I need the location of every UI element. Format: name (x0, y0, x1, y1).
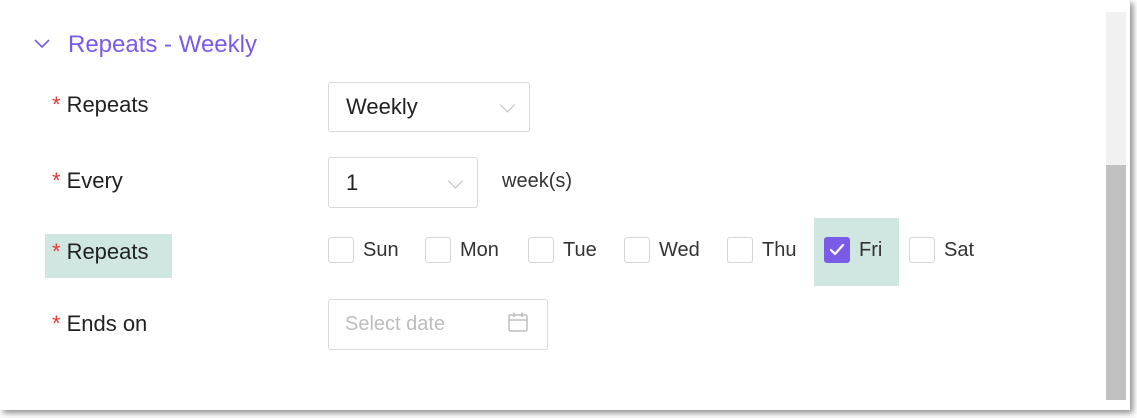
checkbox[interactable] (528, 237, 554, 263)
day-label: Mon (460, 238, 499, 261)
form-panel (12, 12, 1106, 400)
ends-on-date-input[interactable]: Select date (328, 299, 548, 350)
repeats-label: * Repeats (52, 92, 149, 118)
required-asterisk: * (52, 168, 61, 193)
chevron-down-icon (447, 172, 464, 189)
calendar-icon[interactable] (507, 311, 529, 339)
checkbox[interactable] (727, 237, 753, 263)
required-asterisk: * (52, 92, 61, 117)
day-label: Fri (859, 238, 883, 261)
required-asterisk: * (52, 239, 61, 264)
checkbox-checked[interactable] (824, 237, 850, 263)
checkbox[interactable] (425, 237, 451, 263)
day-checkbox-mon[interactable]: Mon (425, 234, 499, 266)
repeats-select-value: Weekly (346, 94, 418, 119)
section-title: Repeats - Weekly (68, 31, 257, 58)
every-label: * Every (52, 168, 123, 194)
day-label: Thu (762, 238, 797, 261)
every-select-value: 1 (346, 169, 359, 195)
day-checkbox-fri[interactable]: Fri (824, 234, 882, 266)
repeat-days-label: * Repeats (52, 239, 149, 265)
day-checkbox-wed[interactable]: Wed (624, 234, 700, 266)
checkbox[interactable] (624, 237, 650, 263)
day-checkbox-tue[interactable]: Tue (528, 234, 597, 266)
day-label: Wed (659, 238, 700, 261)
day-label: Tue (563, 238, 597, 261)
repeats-label-text: Repeats (66, 92, 149, 117)
checkbox[interactable] (328, 237, 354, 263)
every-select[interactable]: 1 (328, 157, 478, 208)
ends-on-label: * Ends on (52, 311, 147, 337)
every-unit: week(s) (502, 170, 573, 192)
day-label: Sun (363, 238, 399, 261)
check-icon (829, 243, 845, 256)
ends-on-label-text: Ends on (66, 311, 148, 336)
scrollbar-thumb[interactable] (1106, 165, 1126, 400)
day-checkbox-sun[interactable]: Sun (328, 234, 399, 266)
chevron-down-icon (499, 97, 516, 113)
day-checkbox-thu[interactable]: Thu (727, 234, 796, 266)
date-placeholder: Select date (345, 313, 446, 335)
every-label-text: Every (66, 168, 123, 193)
chevron-down-icon[interactable] (34, 37, 50, 52)
repeat-days-label-text: Repeats (66, 239, 149, 264)
checkbox[interactable] (909, 237, 935, 263)
day-label: Sat (944, 238, 975, 261)
section-header-repeats[interactable]: Repeats - Weekly (34, 30, 257, 60)
repeats-select[interactable]: Weekly (328, 82, 530, 132)
day-checkbox-sat[interactable]: Sat (909, 234, 974, 266)
form-window: Repeats - Weekly * Repeats Weekly * Ever… (0, 0, 1130, 410)
required-asterisk: * (52, 311, 61, 336)
